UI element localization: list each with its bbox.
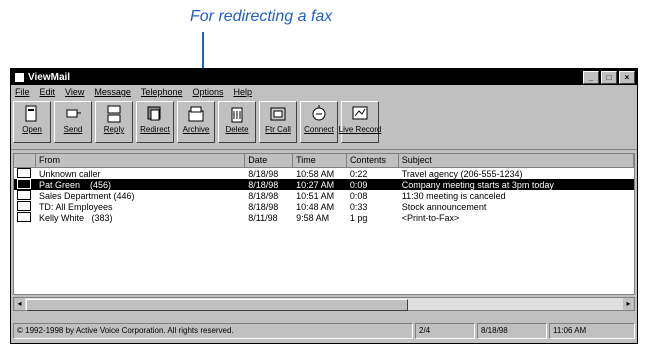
fax-icon xyxy=(17,211,31,222)
phone-icon xyxy=(270,107,286,121)
status-time: 11:06 AM xyxy=(549,323,635,339)
title-bar: ViewMail _ □ × xyxy=(11,69,637,85)
table-row[interactable]: TD: All Employees 8/18/98 10:48 AM 0:33 … xyxy=(14,200,634,212)
reply-icon xyxy=(107,105,121,123)
header-time[interactable]: Time xyxy=(293,154,347,167)
status-bar: © 1992-1998 by Active Voice Corporation.… xyxy=(13,323,635,339)
message-icon xyxy=(17,178,31,189)
menu-options[interactable]: Options xyxy=(192,87,223,97)
menu-bar: File Edit View Message Telephone Options… xyxy=(11,85,637,99)
list-header: From Date Time Contents Subject xyxy=(14,154,634,168)
live-record-button[interactable]: Live Record xyxy=(339,101,381,143)
status-count: 2/4 xyxy=(415,323,475,339)
table-row[interactable]: Unknown caller 8/18/98 10:58 AM 0:22 Tra… xyxy=(14,167,634,179)
menu-telephone[interactable]: Telephone xyxy=(141,87,183,97)
send-icon xyxy=(66,109,81,118)
header-from[interactable]: From xyxy=(36,154,246,167)
open-button[interactable]: Open xyxy=(13,101,51,143)
app-icon xyxy=(15,72,24,82)
delete-icon xyxy=(231,107,243,123)
close-button[interactable]: × xyxy=(619,70,635,84)
message-icon xyxy=(17,189,31,200)
menu-help[interactable]: Help xyxy=(234,87,253,97)
record-icon xyxy=(352,106,368,120)
viewmail-window: ViewMail _ □ × File Edit View Message Te… xyxy=(10,68,638,344)
archive-icon xyxy=(188,106,204,122)
table-row[interactable]: Sales Department (446) 8/18/98 10:51 AM … xyxy=(14,189,634,201)
message-icon xyxy=(17,200,31,211)
ftr-call-button[interactable]: Ftr Call xyxy=(259,101,297,143)
menu-view[interactable]: View xyxy=(65,87,84,97)
toolbar: Open Send Reply Redirect Archive Delete … xyxy=(11,99,637,150)
header-subject[interactable]: Subject xyxy=(399,154,634,167)
message-icon xyxy=(17,167,31,178)
horizontal-scrollbar[interactable]: ◂ ▸ xyxy=(13,297,635,311)
menu-edit[interactable]: Edit xyxy=(40,87,56,97)
header-date[interactable]: Date xyxy=(245,154,294,167)
open-icon xyxy=(25,105,37,122)
header-contents[interactable]: Contents xyxy=(347,154,399,167)
scroll-right-icon[interactable]: ▸ xyxy=(623,298,634,310)
reply-button[interactable]: Reply xyxy=(95,101,133,143)
redirect-callout-text: For redirecting a fax xyxy=(190,8,333,25)
status-copyright: © 1992-1998 by Active Voice Corporation.… xyxy=(13,323,413,339)
archive-button[interactable]: Archive xyxy=(177,101,215,143)
connect-icon xyxy=(312,105,326,121)
header-icon-col[interactable] xyxy=(14,154,36,167)
connect-button[interactable]: Connect xyxy=(300,101,338,143)
scroll-thumb[interactable] xyxy=(26,299,408,311)
redirect-button[interactable]: Redirect xyxy=(136,101,174,143)
redirect-icon xyxy=(147,106,161,121)
menu-file[interactable]: File xyxy=(15,87,30,97)
status-date: 8/18/98 xyxy=(477,323,547,339)
window-title: ViewMail xyxy=(28,71,71,83)
delete-button[interactable]: Delete xyxy=(218,101,256,143)
menu-message[interactable]: Message xyxy=(94,87,131,97)
send-button[interactable]: Send xyxy=(54,101,92,143)
table-row[interactable]: Kelly White (383) 8/11/98 9:58 AM 1 pg <… xyxy=(14,211,634,223)
scroll-left-icon[interactable]: ◂ xyxy=(14,298,25,310)
table-row[interactable]: Pat Green (456) 8/18/98 10:27 AM 0:09 Co… xyxy=(14,178,634,190)
message-list: From Date Time Contents Subject Unknown … xyxy=(13,153,635,295)
minimize-button[interactable]: _ xyxy=(583,70,599,84)
maximize-button[interactable]: □ xyxy=(601,70,617,84)
